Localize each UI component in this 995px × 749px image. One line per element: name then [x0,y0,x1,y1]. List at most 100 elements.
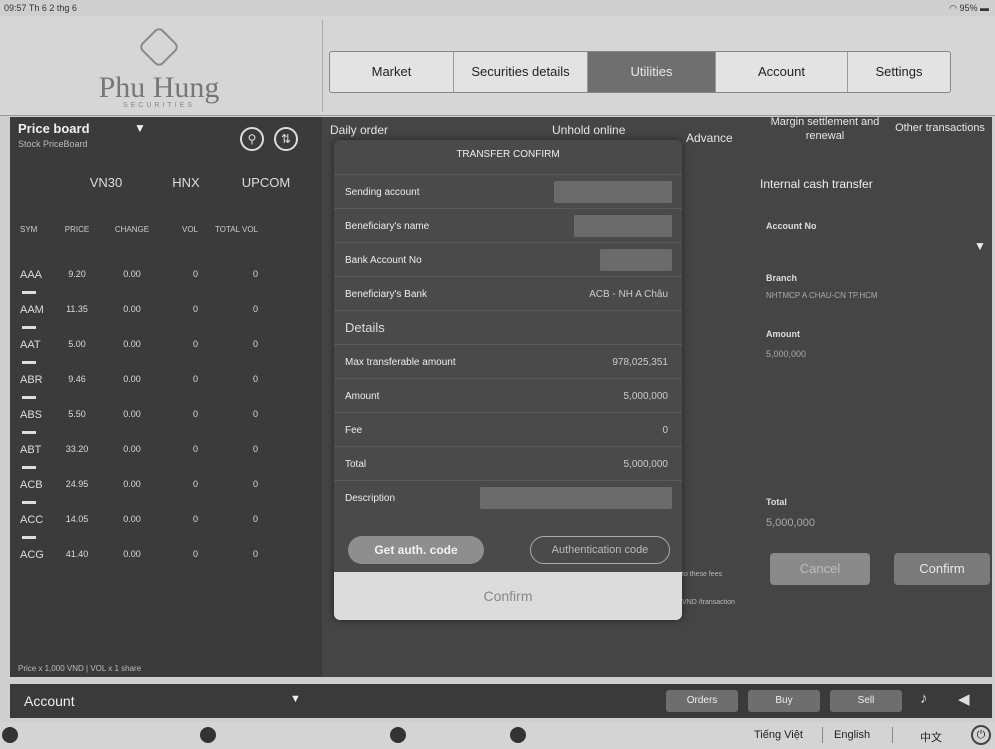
row-price: 41.40 [65,549,89,559]
chevron-down-icon[interactable]: ▼ [974,239,986,253]
row-change: 0.00 [123,444,141,454]
row-sym: ABS [20,409,43,421]
fee-row: Fee 0 [334,412,682,446]
subtab-unhold-online[interactable]: Unhold online [552,123,625,137]
lang-divider [892,727,893,743]
row-total-vol: 0 [252,409,258,419]
internal-transfer-title: Internal cash transfer [760,177,873,191]
app-header: Phu Hung SECURITIES Market Securities de… [0,16,995,116]
row-change: 0.00 [123,549,141,559]
transfer-confirm-dialog: TRANSFER CONFIRM Sending account Benefic… [334,140,682,620]
lang-vietnamese[interactable]: Tiếng Việt [754,729,803,741]
subtab-advance[interactable]: Advance [686,131,733,145]
branch-value: NHTMCP A CHAU-CN TP.HCM [766,291,878,300]
tab-account[interactable]: Account [716,52,848,92]
modal-amount-value: 5,000,000 [623,391,669,402]
row-sym: AAA [20,269,43,281]
bell-icon[interactable]: ♪ [920,690,928,707]
table-row[interactable]: AAA 9.20 0.00 0 0 [10,269,322,304]
table-row[interactable]: ABT 33.20 0.00 0 0 [10,444,322,479]
brand-logo: Phu Hung SECURITIES [84,24,234,114]
account-selector-label[interactable]: Account [24,693,75,709]
tab-utilities[interactable]: Utilities [588,52,716,92]
table-row[interactable]: ABS 5.50 0.00 0 0 [10,409,322,444]
table-row[interactable]: ABR 9.46 0.00 0 0 [10,374,322,409]
description-input[interactable] [480,487,672,509]
buy-button[interactable]: Buy [748,690,820,712]
power-icon[interactable]: ⏻ [971,725,991,745]
status-time: 09:57 Th 6 2 thg 6 [4,3,77,13]
sell-button[interactable]: Sell [830,690,902,712]
table-row[interactable]: ACG 41.40 0.00 0 0 [10,549,322,569]
tab-vn30[interactable]: VN30 [66,175,146,190]
row-price: 9.20 [68,269,86,279]
ref-bar [22,431,36,434]
max-amount-label: Max transferable amount [345,357,456,368]
megaphone-icon[interactable]: ◀ [958,690,970,708]
row-total-vol: 0 [252,304,258,314]
tab-securities-details[interactable]: Securities details [454,52,588,92]
row-vol: 0 [192,549,198,559]
row-change: 0.00 [123,409,141,419]
tab-settings[interactable]: Settings [848,52,950,92]
subtab-margin[interactable]: Margin settlement and renewal [770,115,880,143]
bank-account-value [600,249,672,271]
record-icon[interactable] [510,727,526,743]
row-change: 0.00 [123,514,141,524]
row-total-vol: 0 [252,374,258,384]
orders-button[interactable]: Orders [666,690,738,712]
row-price: 14.05 [65,514,89,524]
beneficiary-name-value [574,215,672,237]
ref-bar [22,326,36,329]
row-change: 0.00 [123,269,141,279]
row-sym: ACB [20,479,43,491]
beneficiary-bank-row: Beneficiary's Bank ACB - NH A Châu [334,276,682,310]
table-row[interactable]: AAT 5.00 0.00 0 0 [10,339,322,374]
beneficiary-bank-label: Beneficiary's Bank [345,289,427,300]
row-vol: 0 [192,514,198,524]
col-price: PRICE [64,225,90,234]
table-row[interactable]: ACB 24.95 0.00 0 0 [10,479,322,514]
auth-code-input[interactable]: Authentication code [530,536,670,564]
price-table-header: SYM PRICE CHANGE VOL TOTAL VOL [10,225,322,234]
switch-icon[interactable]: ⇅ [274,127,298,151]
lang-chinese[interactable]: 中文 [920,729,942,745]
clock-icon[interactable] [200,727,216,743]
row-price: 5.50 [68,409,86,419]
price-board-dropdown-icon[interactable]: ▼ [134,121,146,135]
dialog-title: TRANSFER CONFIRM [456,149,560,160]
details-label: Details [345,320,385,335]
cancel-button[interactable]: Cancel [770,553,870,585]
search-icon[interactable]: ⚲ [240,127,264,151]
modal-amount-label: Amount [345,391,380,402]
subtab-other-transactions[interactable]: Other transactions [892,121,988,135]
fee-value: 0 [662,425,668,436]
row-total-vol: 0 [252,514,258,524]
user-icon[interactable] [2,727,18,743]
logo-icon [137,25,181,69]
price-board-title: Price board [18,121,90,136]
confirm-button[interactable]: Confirm [894,553,990,585]
table-row[interactable]: AAM 11.35 0.00 0 0 [10,304,322,339]
get-auth-code-button[interactable]: Get auth. code [348,536,484,564]
table-row[interactable]: ACC 14.05 0.00 0 0 [10,514,322,549]
tab-market[interactable]: Market [330,52,454,92]
modal-total-label: Total [345,459,367,470]
tab-hnx[interactable]: HNX [146,175,226,190]
tab-upcom[interactable]: UPCOM [226,175,306,190]
row-vol: 0 [192,374,198,384]
col-sym: SYM [20,225,38,234]
beneficiary-name-row: Beneficiary's name [334,208,682,242]
dialog-confirm-button[interactable]: Confirm [334,572,682,620]
account-no-label: Account No [766,221,817,231]
row-vol: 0 [192,269,198,279]
subtab-daily-order[interactable]: Daily order [330,123,388,137]
beneficiary-bank-value: ACB - NH A Châu [589,289,668,300]
brand-name: Phu Hung [98,71,220,104]
account-dropdown-icon[interactable]: ▼ [290,693,301,705]
chat-icon[interactable] [390,727,406,743]
row-price: 33.20 [65,444,89,454]
beneficiary-name-label: Beneficiary's name [345,221,430,232]
row-change: 0.00 [123,339,141,349]
lang-english[interactable]: English [834,729,870,741]
